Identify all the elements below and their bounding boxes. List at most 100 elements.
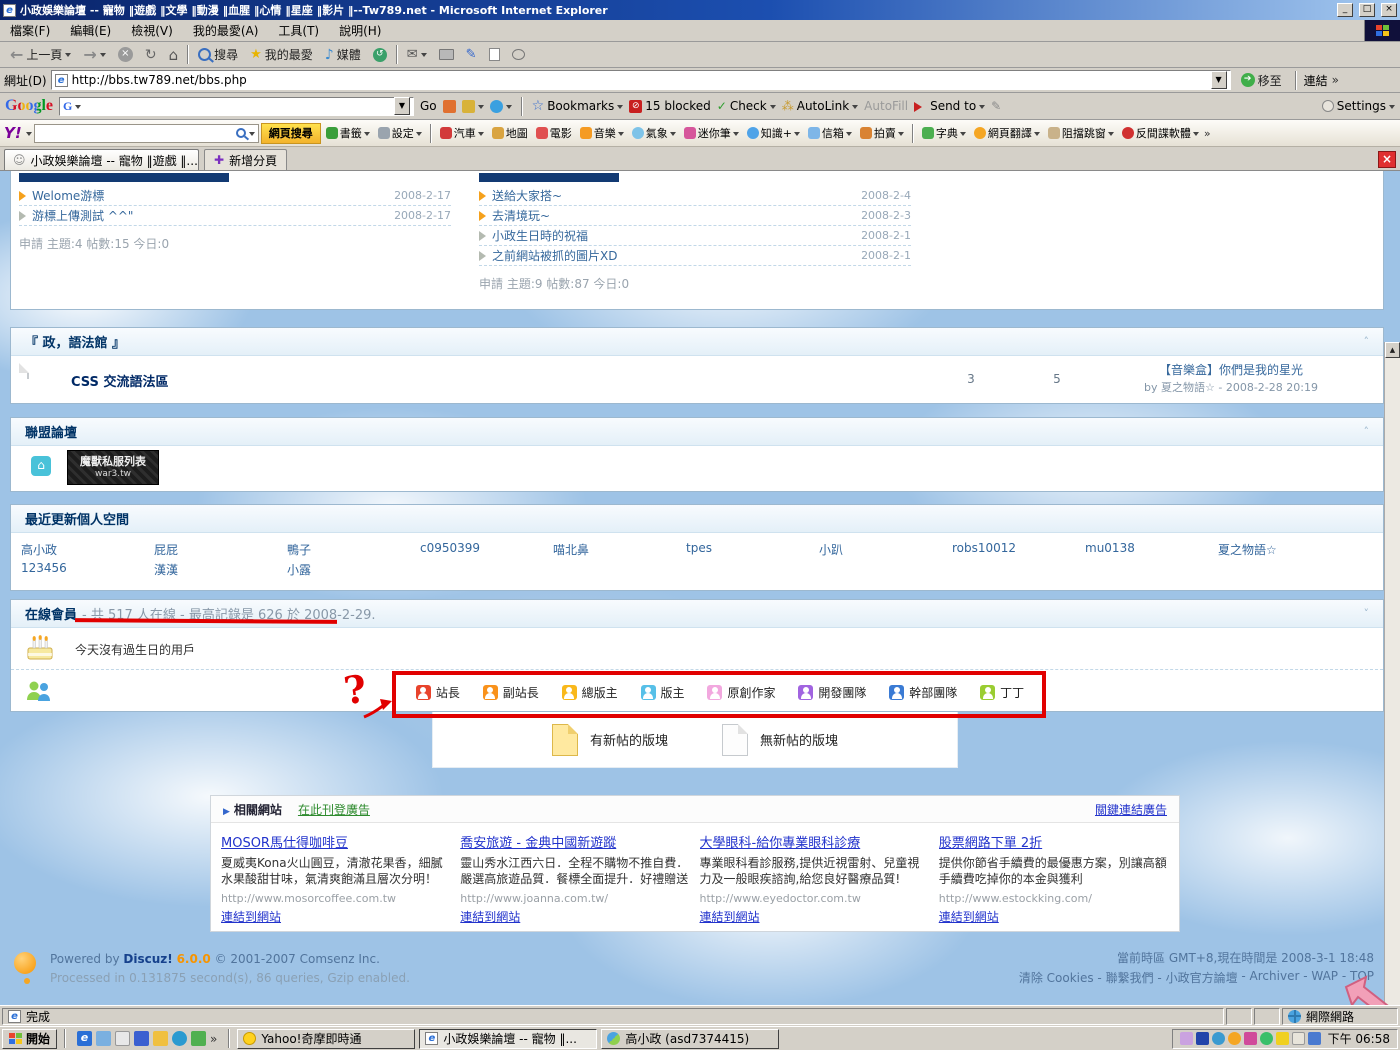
yahoo-websearch-button[interactable]: 網頁搜尋 [261,123,321,144]
task-button-messenger-main[interactable]: Yahoo!奇摩即時通 [237,1029,415,1049]
sendto-caret[interactable] [979,105,985,112]
links-label[interactable]: 連結 [1304,72,1328,89]
tray-icon[interactable] [1180,1032,1193,1045]
mail-button[interactable] [401,43,433,67]
space-user-link[interactable]: tpes [686,541,819,561]
google-autolink-button[interactable]: AutoLink [782,99,858,113]
caret-icon[interactable] [898,132,904,139]
tray-icon[interactable] [1292,1032,1305,1045]
maximize-button[interactable] [1359,3,1375,17]
new-tab-button[interactable]: 新增分頁 [204,149,287,170]
mail-dropdown-caret[interactable] [421,53,427,60]
quick-launch-icon[interactable] [191,1031,206,1046]
tray-icon[interactable] [1228,1032,1241,1045]
tray-icon[interactable] [1244,1032,1257,1045]
ad-visit-link[interactable]: 連結到網站 [221,908,451,925]
tray-icon[interactable] [1196,1032,1209,1045]
highlighter-pen-icon[interactable] [991,99,1001,113]
google-search-caret[interactable] [75,105,81,112]
caret-icon[interactable] [1108,132,1114,139]
space-user-link[interactable]: 小露 [287,561,420,581]
edit-button[interactable] [460,43,483,67]
discuss-button[interactable] [483,43,506,67]
tray-icon[interactable] [1260,1032,1273,1045]
collapse-chevron-icon[interactable] [1364,335,1370,348]
space-user-link[interactable]: robs10012 [952,541,1085,561]
print-button[interactable] [433,43,460,67]
yahoo-item-dictionary[interactable]: 字典 [919,125,969,141]
tray-icon[interactable] [1276,1032,1289,1045]
settings-caret[interactable] [1389,105,1395,112]
google-popup-blocker[interactable]: 15 blocked [629,99,711,113]
ad-title-link[interactable]: 喬安旅遊 - 金典中國新遊蹤 [460,832,690,851]
quick-launch-icon[interactable] [153,1031,168,1046]
thread-link[interactable]: 去清境玩~ [492,207,855,224]
tray-icon[interactable] [1212,1032,1225,1045]
clock[interactable]: 下午 06:58 [1328,1030,1390,1047]
yahoo-search-caret[interactable] [249,132,255,139]
collapse-chevron-icon[interactable] [1364,425,1370,438]
archiver-link[interactable]: Archiver [1238,969,1300,986]
quick-launch-icon[interactable] [172,1031,187,1046]
home-link-icon[interactable] [31,456,51,476]
google-go-button[interactable]: Go [420,99,437,113]
caret-icon[interactable] [733,132,739,139]
caret-icon[interactable] [794,132,800,139]
space-user-link[interactable]: 高小政 [21,541,154,561]
google-comment-caret[interactable] [506,105,512,112]
ad-visit-link[interactable]: 連結到網站 [460,908,690,925]
google-bookmarks-button[interactable]: Bookmarks [532,98,624,114]
spellcheck-caret[interactable] [770,105,776,112]
space-user-link[interactable]: 喵北鼻 [553,541,686,561]
yahoo-item-auction[interactable]: 拍賣 [857,125,907,141]
yahoo-item-minipen[interactable]: 迷你筆 [681,125,742,141]
space-user-link[interactable]: c0950399 [420,541,553,561]
back-dropdown-caret[interactable] [65,53,71,60]
menu-tools[interactable]: 工具(T) [268,22,329,39]
history-button[interactable] [367,43,393,67]
yahoo-item-popup-blocker[interactable]: 阻擋跳窗 [1045,125,1117,141]
space-user-link[interactable]: 屁屁 [154,541,287,561]
quick-launch-icon[interactable] [96,1031,111,1046]
minimize-button[interactable] [1337,3,1353,17]
start-button[interactable]: 開始 [2,1029,57,1049]
quick-launch-ie-icon[interactable] [77,1031,92,1046]
menu-view[interactable]: 檢視(V) [121,22,183,39]
address-input[interactable]: http://bbs.tw789.net/bbs.php [51,70,1231,90]
caret-icon[interactable] [960,132,966,139]
yahoo-item-movies[interactable]: 電影 [533,125,575,141]
google-news-icon[interactable] [443,100,456,113]
last-post-title-link[interactable]: 【音樂盒】你們是我的星光 [1091,361,1371,379]
ime-indicator-icon[interactable] [1308,1032,1321,1045]
menu-help[interactable]: 說明(H) [329,22,391,39]
ad-title-link[interactable]: MOSOR馬仕得咖啡豆 [221,832,451,851]
go-button[interactable]: 移至 [1235,68,1288,92]
google-comment-button[interactable] [490,100,512,113]
keyword-ads-link[interactable]: 關鍵連結廣告 [1095,801,1167,818]
yahoo-logo[interactable]: Y! [4,124,22,142]
google-folder-button[interactable] [462,100,484,113]
official-forum-link[interactable]: 小政官方論壇 [1154,969,1238,986]
autolink-caret[interactable] [852,105,858,112]
back-button[interactable]: 上一頁 [4,43,77,67]
tab-close-button[interactable] [1378,151,1396,168]
google-search-dropdown[interactable] [394,97,410,115]
discuz-link[interactable]: Discuz! [123,952,172,966]
yahoo-item-antispyware[interactable]: 反間諜軟體 [1119,125,1202,141]
google-folder-caret[interactable] [478,105,484,112]
search-button[interactable]: 搜尋 [192,43,244,67]
menu-edit[interactable]: 編輯(E) [60,22,121,39]
yahoo-item-settings[interactable]: 設定 [375,125,425,141]
messenger-button[interactable] [506,43,531,67]
space-user-link[interactable]: 小趴 [819,541,952,561]
yahoo-item-bookmarks[interactable]: 書籤 [323,125,373,141]
post-ad-link[interactable]: 在此刊登廣告 [298,801,370,818]
google-settings-button[interactable]: Settings [1322,99,1395,113]
stop-button[interactable] [112,43,139,67]
collapse-chevron-icon[interactable] [1364,607,1370,620]
caret-icon[interactable] [1034,132,1040,139]
yahoo-item-maps[interactable]: 地圖 [489,125,531,141]
thread-link[interactable]: 送給大家搭~ [492,187,855,204]
ad-title-link[interactable]: 股票網路下單 2折 [939,832,1169,851]
caret-icon[interactable] [416,132,422,139]
